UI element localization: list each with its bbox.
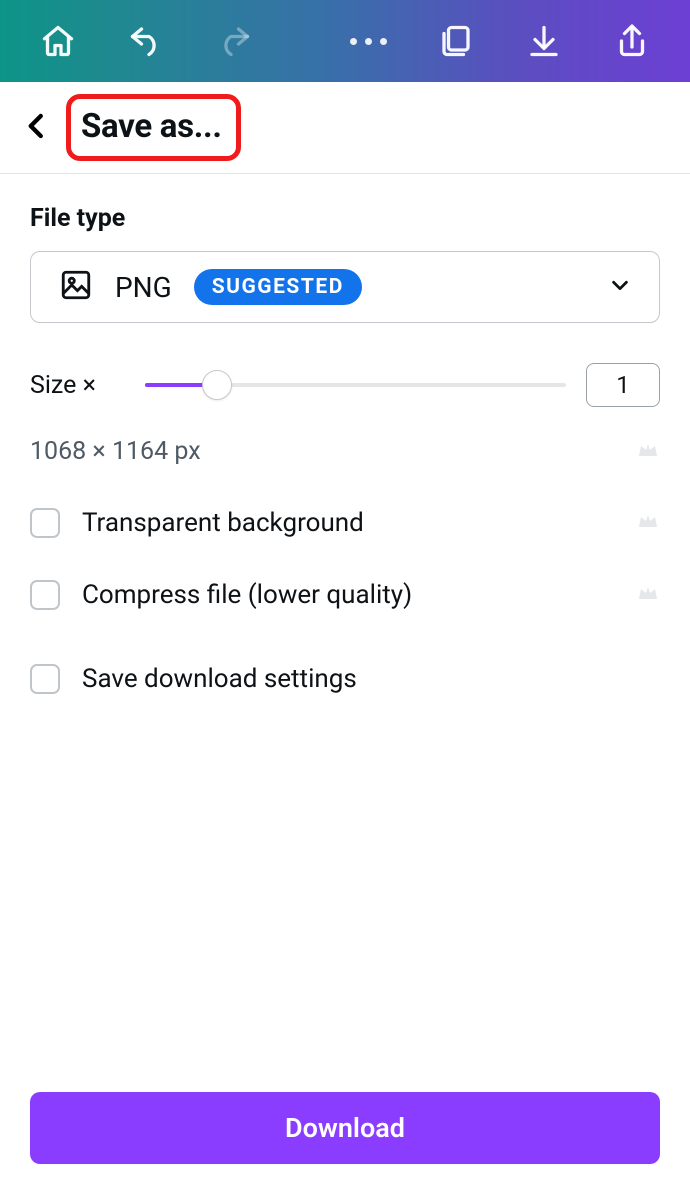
size-slider[interactable]: [145, 370, 566, 400]
dimensions-text: 1068 × 1164 px: [30, 437, 201, 466]
transparent-checkbox[interactable]: [30, 508, 60, 538]
suggested-badge: SUGGESTED: [194, 269, 362, 305]
image-icon: [59, 268, 93, 306]
pages-button[interactable]: [412, 11, 500, 71]
crown-icon: [636, 438, 660, 466]
home-button[interactable]: [14, 11, 102, 71]
undo-button[interactable]: [102, 11, 190, 71]
size-input[interactable]: [586, 363, 660, 407]
title-highlight: Save as...: [66, 94, 241, 161]
transparent-label: Transparent background: [82, 508, 364, 538]
ellipsis-icon: [350, 38, 387, 45]
redo-button[interactable]: [190, 11, 278, 71]
filetype-select[interactable]: PNG SUGGESTED: [30, 251, 660, 323]
save-settings-label: Save download settings: [82, 664, 357, 694]
crown-icon: [636, 581, 660, 609]
download-toolbar-button[interactable]: [500, 11, 588, 71]
compress-checkbox[interactable]: [30, 580, 60, 610]
size-label: Size ×: [30, 371, 125, 400]
app-toolbar: [0, 0, 690, 82]
filetype-label: File type: [30, 204, 660, 233]
filetype-value: PNG: [115, 271, 172, 304]
download-button[interactable]: Download: [30, 1092, 660, 1164]
more-button[interactable]: [324, 11, 412, 71]
share-button[interactable]: [588, 11, 676, 71]
save-settings-checkbox[interactable]: [30, 664, 60, 694]
download-button-label: Download: [285, 1112, 405, 1144]
sheet-header: Save as...: [0, 82, 690, 174]
compress-label: Compress file (lower quality): [82, 580, 412, 610]
chevron-down-icon: [609, 274, 631, 300]
back-button[interactable]: [22, 111, 52, 145]
crown-icon: [636, 509, 660, 537]
page-title: Save as...: [81, 107, 222, 146]
slider-thumb[interactable]: [202, 370, 232, 400]
